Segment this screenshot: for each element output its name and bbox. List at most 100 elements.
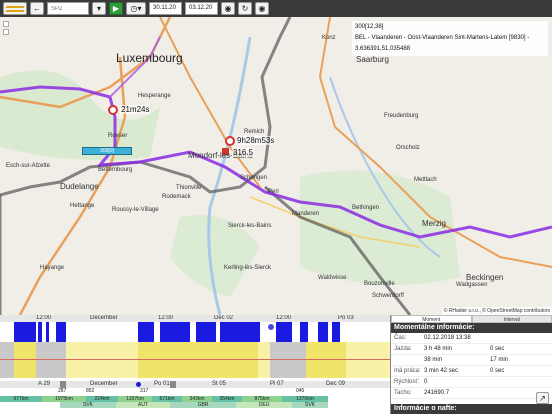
tab-moment[interactable]: Moment <box>391 315 472 323</box>
activity-block <box>160 322 190 342</box>
zoom-out-button[interactable] <box>3 29 9 35</box>
city-label: Hesperange <box>138 93 171 99</box>
vehicle-dropdown-button[interactable]: ▾ <box>92 2 106 15</box>
city-label: Waldwisse <box>318 275 347 281</box>
ruler-tick: Po 01 <box>154 381 170 387</box>
map-view[interactable]: Luxembourg Saarburg Merzig Dudelange Bet… <box>0 17 552 315</box>
city-label: Orscholz <box>396 145 420 151</box>
activity-block <box>196 322 216 342</box>
event-label: 045 <box>296 388 305 394</box>
tab-interval[interactable]: Interval <box>471 315 552 323</box>
city-label: Remich <box>244 129 265 135</box>
ruler-tick: Dec 09 <box>326 381 346 387</box>
range-handle[interactable] <box>60 381 66 388</box>
tooltip-coordinates: 3.636391,51.035488 <box>355 46 411 52</box>
ruler-tick: December <box>90 315 118 321</box>
date-to-input[interactable]: 03.12.20 <box>185 2 218 15</box>
export-icon: ↗ <box>539 393 546 403</box>
range-handle[interactable] <box>170 381 176 388</box>
event-label: 317 <box>140 388 149 394</box>
ruler-tick: St 05 <box>212 381 227 387</box>
ruler-tick: 12:00 <box>36 315 52 321</box>
city-label: Perl <box>268 189 279 195</box>
city-label: Sierck-les-Bains <box>228 223 272 229</box>
record-icon: ◉ <box>224 4 232 13</box>
info-value: 17 min <box>490 357 509 363</box>
chevron-down-icon: ▾ <box>96 4 101 13</box>
date-from-input[interactable]: 30.11.20 <box>149 2 182 15</box>
distance-bands: 677km 1975km 224km 1337km 671km 343km 35… <box>0 396 390 414</box>
city-label: Konz <box>322 35 336 41</box>
city-label: Thionville <box>176 185 202 191</box>
ruler-tick: A 29 <box>38 381 51 387</box>
city-label: Freudenburg <box>384 113 419 119</box>
refresh-icon: ↻ <box>241 4 249 13</box>
marker-icon[interactable] <box>108 105 118 115</box>
refresh-button[interactable]: ↻ <box>238 2 252 15</box>
back-button[interactable]: ← <box>30 2 44 15</box>
zoom-in-button[interactable] <box>3 21 9 27</box>
ruler-tick: December <box>90 381 118 387</box>
ruler-tick: 12:00 <box>158 315 174 321</box>
activity-block <box>318 322 328 342</box>
record-button[interactable]: ◉ <box>221 2 235 15</box>
city-label: Manderen <box>292 211 320 217</box>
drive-block <box>14 342 36 378</box>
city-label: Mettlach <box>414 177 437 183</box>
activity-block <box>14 322 36 342</box>
info-row: Tacho: 241690.7 <box>391 388 552 399</box>
position-tag[interactable]: 300[0] <box>82 147 132 155</box>
info-value: 241690.7 <box>424 390 450 396</box>
spz-input[interactable] <box>47 2 89 15</box>
app-logo <box>3 2 27 15</box>
marker-icon[interactable] <box>225 136 235 146</box>
city-label: Hayange <box>40 265 65 271</box>
city-label: Beckingen <box>466 273 504 282</box>
city-label: Roeser <box>108 133 128 139</box>
ruler-tick: 12:00 <box>276 315 292 321</box>
city-label: Roussy-le-Village <box>112 207 159 213</box>
info-row: 38 min 17 min <box>391 355 552 366</box>
forest-area <box>0 70 160 161</box>
tooltip-location: BEL - Vlaanderen - Oost-Vlaanderen Sint-… <box>355 35 530 41</box>
distance-band: 677km <box>0 396 42 402</box>
city-label: Hettange <box>70 203 95 209</box>
settings-button[interactable]: ◉ <box>255 2 269 15</box>
marker-label: 316.5 <box>232 148 255 157</box>
activity-block <box>46 322 49 342</box>
arrow-left-icon: ← <box>33 4 41 13</box>
marker-label: 21m24s <box>120 105 151 114</box>
city-label: Bethingen <box>352 205 380 211</box>
info-key: Rýchlosť: <box>394 379 420 385</box>
country-band: DEU <box>236 402 292 408</box>
speed-limit-line <box>0 359 390 360</box>
cursor-handle[interactable] <box>136 382 141 387</box>
info-panel: Moment Interval Momentálne informácie: Č… <box>390 315 552 414</box>
speed-lane <box>0 342 390 378</box>
city-label: Dudelange <box>60 182 99 191</box>
event-label: 287 <box>58 388 67 394</box>
clock-dropdown-button[interactable]: ◷▾ <box>126 2 146 15</box>
country-band: SVK <box>292 402 328 408</box>
city-label: Bettembourg <box>98 167 133 173</box>
panel-tabs: Moment Interval <box>391 315 552 323</box>
activity-lane <box>0 322 390 342</box>
drive-block <box>306 342 346 378</box>
ruler-tick: Dec 02 <box>214 315 234 321</box>
info-key: Čas: <box>394 335 407 341</box>
info-value: 3 h 48 min <box>424 346 453 352</box>
timeline-chart[interactable]: 12:00 December 12:00 Dec 02 12:00 Po 03 … <box>0 315 390 414</box>
event-row: 287 852 317 045 <box>0 388 390 396</box>
cursor-handle[interactable] <box>268 324 274 330</box>
activity-block <box>276 322 292 342</box>
fuel-info-header: Informácie o nafte: <box>391 404 552 414</box>
play-button[interactable]: ▶ <box>109 2 123 15</box>
info-value: 0 sec <box>490 368 505 374</box>
export-button[interactable]: ↗ <box>536 392 549 404</box>
country-band: AUT <box>116 402 170 408</box>
info-key <box>394 355 424 365</box>
city-label: Saarburg <box>356 55 389 64</box>
city-label: Bouzonville <box>364 281 395 287</box>
map-roads <box>0 17 552 315</box>
info-value: 02.12.2018 13:38 <box>424 335 471 341</box>
